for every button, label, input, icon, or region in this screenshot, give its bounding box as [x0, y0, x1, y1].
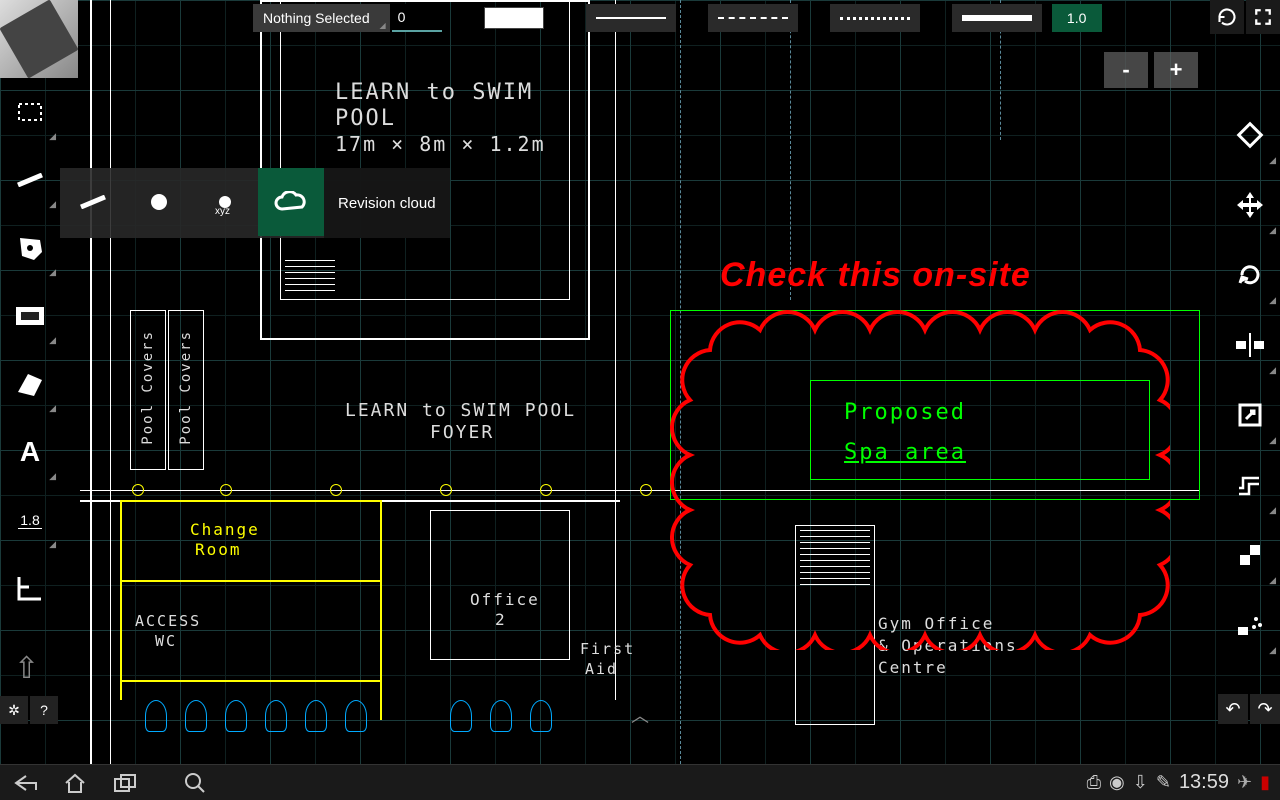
pool-sub: POOL	[335, 106, 396, 131]
column	[440, 484, 452, 496]
bottom-right-buttons: ↶ ↷	[1218, 694, 1280, 724]
gym-l3: Centre	[878, 658, 948, 677]
zoom-in-button[interactable]: +	[1154, 52, 1198, 88]
usb-icon: ⎙	[1087, 772, 1101, 793]
selection-dropdown[interactable]: Nothing Selected	[253, 4, 390, 32]
rectangle-tool[interactable]	[0, 282, 60, 350]
vline-left2	[110, 0, 111, 764]
zoom-out-button[interactable]: -	[1104, 52, 1148, 88]
offset-tool[interactable]	[1220, 450, 1280, 520]
erase-tool[interactable]	[1220, 100, 1280, 170]
column	[330, 484, 342, 496]
line-sub[interactable]	[60, 168, 126, 236]
line-tool[interactable]	[0, 146, 60, 214]
panel-handle[interactable]: ︿	[631, 702, 649, 728]
battery-icon: ▮	[1260, 772, 1270, 793]
flyout-label: Revision cloud	[324, 168, 450, 238]
vline-left	[90, 0, 92, 764]
polygon-tool[interactable]	[0, 214, 60, 282]
recent-button[interactable]	[110, 768, 140, 798]
vline-mid	[615, 0, 616, 700]
trim-tool[interactable]	[1220, 520, 1280, 590]
undo-button[interactable]: ↶	[1218, 694, 1248, 724]
first-l1: First	[580, 640, 635, 658]
right-toolbar	[1220, 100, 1280, 660]
revision-cloud	[670, 290, 1170, 650]
foyer-l1: LEARN to SWIM POOL	[345, 400, 576, 421]
construction-line-tool[interactable]	[0, 554, 60, 622]
bottom-left-buttons: ✲ ?	[0, 696, 58, 724]
clock: 13:59	[1179, 771, 1229, 794]
linestyle-dash[interactable]	[708, 4, 798, 32]
text-tool[interactable]: A	[0, 418, 60, 486]
search-button[interactable]	[180, 768, 210, 798]
toilets-2	[450, 700, 552, 732]
column	[220, 484, 232, 496]
zoom-controls: - +	[1104, 52, 1198, 88]
pool-title: LEARN to SWIM	[335, 80, 533, 105]
change-l2: Room	[195, 540, 242, 559]
line-flyout: xyz Revision cloud	[60, 168, 450, 238]
linestyle-thick[interactable]	[952, 4, 1042, 32]
office-box	[430, 510, 570, 660]
access-l2: WC	[155, 632, 177, 650]
airplane-icon: ✈	[1237, 772, 1252, 793]
linestyle-dot[interactable]	[830, 4, 920, 32]
column	[640, 484, 652, 496]
rotate-tool[interactable]	[1220, 240, 1280, 310]
first-l2: Aid	[585, 660, 618, 678]
office-l2: 2	[495, 610, 507, 629]
cloud-sub[interactable]	[258, 168, 324, 236]
redo-button[interactable]: ↷	[1250, 694, 1280, 724]
home-button[interactable]	[60, 768, 90, 798]
covers-2: Pool Covers	[178, 330, 194, 445]
xyz-point-sub[interactable]: xyz	[192, 168, 258, 236]
cr-right	[380, 500, 382, 720]
android-status-bar: ⎙ ◉ ⇩ ✎ 13:59 ✈ ▮	[0, 764, 1280, 800]
help-button[interactable]: ?	[30, 696, 58, 724]
change-l1: Change	[190, 520, 260, 539]
app-icon[interactable]	[0, 0, 78, 78]
top-toolbar: Nothing Selected 0 1.0	[78, 0, 1210, 36]
cr-mid	[120, 580, 380, 582]
color-swatch[interactable]	[484, 7, 544, 29]
covers-1: Pool Covers	[140, 330, 156, 445]
back-button[interactable]	[10, 768, 40, 798]
access-l1: ACCESS	[135, 612, 201, 630]
cr-bot	[120, 680, 380, 682]
scroll-up-icon[interactable]: ⇧	[14, 651, 39, 686]
zoom-value[interactable]: 1.0	[1052, 4, 1102, 32]
sync-icon: ◉	[1109, 772, 1125, 793]
column	[132, 484, 144, 496]
download-icon: ⇩	[1133, 772, 1148, 793]
left-toolbar: A 1.8	[0, 78, 60, 728]
cr-left	[120, 500, 122, 700]
cr-top	[120, 500, 380, 502]
pool-stairs	[285, 260, 335, 296]
numeric-input[interactable]: 0	[392, 4, 442, 32]
hatch-tool[interactable]	[0, 350, 60, 418]
office-l1: Office	[470, 590, 540, 609]
edit-icon: ✎	[1156, 772, 1171, 793]
foyer-l2: FOYER	[430, 422, 494, 443]
column	[540, 484, 552, 496]
pool-dim: 17m × 8m × 1.2m	[335, 132, 546, 156]
point-sub[interactable]	[126, 168, 192, 236]
annotation-text: Check this on-site	[720, 256, 1031, 295]
select-tool[interactable]	[0, 78, 60, 146]
explode-tool[interactable]	[1220, 590, 1280, 660]
linestyle-solid[interactable]	[586, 4, 676, 32]
settings-button[interactable]: ✲	[0, 696, 28, 724]
dimension-tool[interactable]: 1.8	[0, 486, 60, 554]
scale-tool[interactable]	[1220, 380, 1280, 450]
toilets-1	[145, 700, 367, 732]
move-tool[interactable]	[1220, 170, 1280, 240]
dashed-2	[790, 0, 791, 300]
mirror-tool[interactable]	[1220, 310, 1280, 380]
